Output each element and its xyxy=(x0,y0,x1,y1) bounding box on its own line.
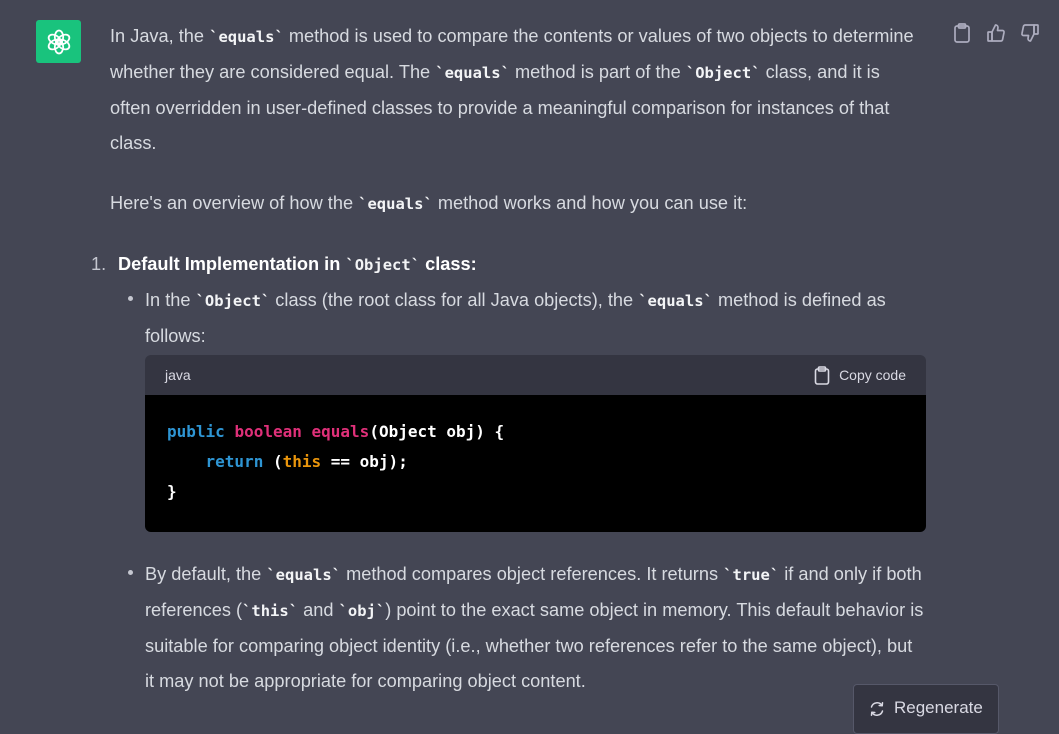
copy-code-button[interactable]: Copy code xyxy=(814,365,906,385)
code-keyword: public xyxy=(167,422,225,441)
inline-code: obj xyxy=(339,602,386,620)
inline-code: equals xyxy=(435,64,510,82)
list-number: 1. xyxy=(91,254,107,274)
bullet-item: By default, the equals method compares o… xyxy=(128,557,925,699)
code-text: == obj); xyxy=(321,452,408,471)
thumbs-down-icon xyxy=(1021,24,1039,42)
text-span: In Java, the xyxy=(110,26,210,46)
code-block-header: java Copy code xyxy=(145,355,926,395)
inline-code: Object xyxy=(686,64,761,82)
code-content: public boolean equals(Object obj) { retu… xyxy=(145,395,926,532)
copy-message-button[interactable] xyxy=(951,22,973,44)
intro-paragraph: In Java, the equals method is used to co… xyxy=(110,19,925,161)
code-function-name: equals xyxy=(311,422,370,441)
copy-code-label: Copy code xyxy=(839,367,906,383)
inline-code: equals xyxy=(266,566,341,584)
inline-code: this xyxy=(242,602,298,620)
text-span: method compares object references. It re… xyxy=(341,564,724,584)
openai-logo-icon xyxy=(47,29,70,54)
assistant-avatar xyxy=(36,20,81,63)
text-span: method works and how you can use it: xyxy=(432,193,748,213)
clipboard-icon xyxy=(954,23,970,43)
overview-paragraph: Here's an overview of how the equals met… xyxy=(110,186,925,222)
thumbs-down-button[interactable] xyxy=(1019,22,1041,44)
text-span: By default, the xyxy=(145,564,267,584)
text-span: Default Implementation in xyxy=(118,254,346,274)
code-keyword: return xyxy=(205,452,264,471)
list-item: 1. Default Implementation in Object clas… xyxy=(91,247,926,699)
code-text: (Object obj) { xyxy=(369,422,505,441)
code-keyword: boolean xyxy=(234,422,302,441)
bullet-item: In the Object class (the root class for … xyxy=(128,283,925,354)
inline-code: Object xyxy=(345,256,420,274)
clipboard-icon xyxy=(814,365,830,385)
inline-code: equals xyxy=(638,292,713,310)
refresh-icon xyxy=(870,702,884,716)
inline-code: equals xyxy=(358,195,433,213)
code-block: java Copy code public boolean equals(Obj… xyxy=(145,355,926,532)
thumbs-up-button[interactable] xyxy=(985,22,1007,44)
message-actions xyxy=(951,22,1041,44)
regenerate-label: Regenerate xyxy=(894,698,983,717)
inline-code: equals xyxy=(209,28,284,46)
inline-code: Object xyxy=(196,292,271,310)
text-span: In the xyxy=(145,290,196,310)
assistant-message: In Java, the equals method is used to co… xyxy=(91,19,926,699)
code-text: ( xyxy=(263,452,283,471)
regenerate-button[interactable]: Regenerate xyxy=(853,684,999,734)
list-item-heading: Default Implementation in Object class: xyxy=(118,247,925,283)
code-keyword: this xyxy=(282,452,322,471)
text-span: and xyxy=(298,600,339,620)
code-text: } xyxy=(167,482,177,501)
code-language-label: java xyxy=(165,367,191,383)
text-span: method is part of the xyxy=(509,62,686,82)
text-span: class: xyxy=(420,254,477,274)
text-span: class (the root class for all Java objec… xyxy=(270,290,639,310)
thumbs-up-icon xyxy=(987,24,1005,42)
text-span: Here's an overview of how the xyxy=(110,193,359,213)
inline-code: true xyxy=(723,566,779,584)
